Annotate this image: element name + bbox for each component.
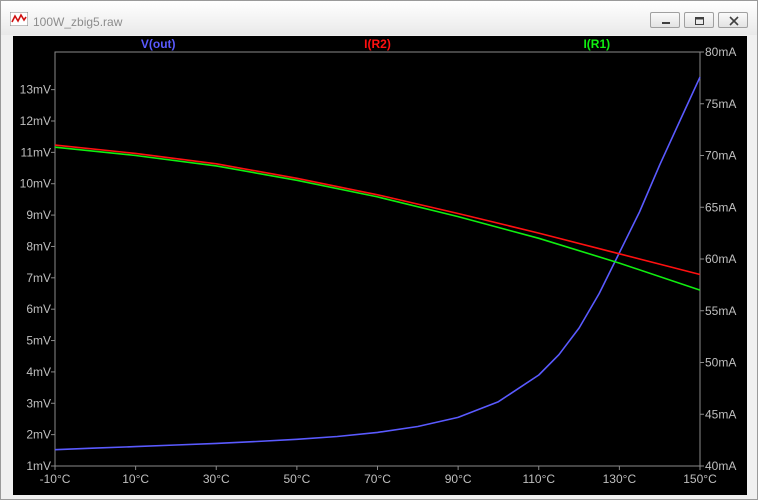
restore-button[interactable] xyxy=(684,12,714,28)
x-tick-label: 150°C xyxy=(683,472,717,486)
y-right-tick-label: 55mA xyxy=(705,304,736,318)
restore-icon xyxy=(695,17,704,25)
y-left-tick-label: 11mV xyxy=(21,145,51,159)
x-tick-label: -10°C xyxy=(40,472,71,486)
y-left-tick-label: 1mV xyxy=(26,459,51,473)
plot-frame xyxy=(54,51,701,467)
waveform-icon xyxy=(10,12,28,26)
x-tick-label: 10°C xyxy=(122,472,149,486)
y-left-tick-label: 9mV xyxy=(26,208,51,222)
y-left-tick-label: 6mV xyxy=(26,302,51,316)
legend-label: V(out) xyxy=(141,37,176,51)
y-right-tick-label: 65mA xyxy=(705,200,736,214)
y-left-tick-label: 5mV xyxy=(26,334,51,348)
x-tick-label: 130°C xyxy=(603,472,637,486)
y-left-tick-label: 13mV xyxy=(20,83,51,97)
window-title: 100W_zbig5.raw xyxy=(33,15,123,29)
legend-label: I(R2) xyxy=(364,37,391,51)
close-button[interactable] xyxy=(718,12,748,28)
y-left-tick-label: 8mV xyxy=(26,239,51,253)
x-tick-label: 110°C xyxy=(522,472,555,486)
y-right-tick-label: 80mA xyxy=(705,45,736,59)
y-left-tick-label: 12mV xyxy=(20,114,51,128)
x-tick-label: 90°C xyxy=(445,472,472,486)
series-line-i-r2 xyxy=(54,144,701,276)
series-line-i-r1 xyxy=(54,146,701,291)
y-right-tick-label: 70mA xyxy=(705,149,736,163)
x-tick-label: 30°C xyxy=(203,472,230,486)
y-right-tick-label: 50mA xyxy=(705,356,736,370)
y-right-tick-label: 75mA xyxy=(705,97,736,111)
minimize-button[interactable] xyxy=(650,12,680,28)
y-left-tick-label: 10mV xyxy=(20,177,51,191)
series-line-v-out xyxy=(54,76,701,451)
y-left-tick-label: 3mV xyxy=(26,396,51,410)
y-left-tick-label: 2mV xyxy=(26,428,51,442)
y-right-tick-label: 60mA xyxy=(705,252,736,266)
y-right-tick-label: 45mA xyxy=(705,407,736,421)
plot-area[interactable]: -10°C 10°C 30°C 50°C 70°C 90°C 110°C 130°C 150°C… xyxy=(13,36,747,495)
y-left-tick-label: 7mV xyxy=(26,271,51,285)
title-bar[interactable]: 100W_zbig5.raw xyxy=(1,1,757,35)
y-left-tick-label: 4mV xyxy=(26,365,51,379)
close-icon xyxy=(729,16,739,26)
app-window: 100W_zbig5.raw -10°C 10°C 30°C 50°C 70°C 90°C… xyxy=(0,0,758,500)
legend-label: I(R1) xyxy=(583,37,610,51)
y-right-tick-label: 40mA xyxy=(705,459,736,473)
minimize-icon xyxy=(662,22,670,24)
waveform-chart[interactable]: -10°C 10°C 30°C 50°C 70°C 90°C 110°C 130°C 150°C… xyxy=(13,36,747,495)
x-tick-label: 50°C xyxy=(283,472,310,486)
x-tick-label: 70°C xyxy=(364,472,391,486)
